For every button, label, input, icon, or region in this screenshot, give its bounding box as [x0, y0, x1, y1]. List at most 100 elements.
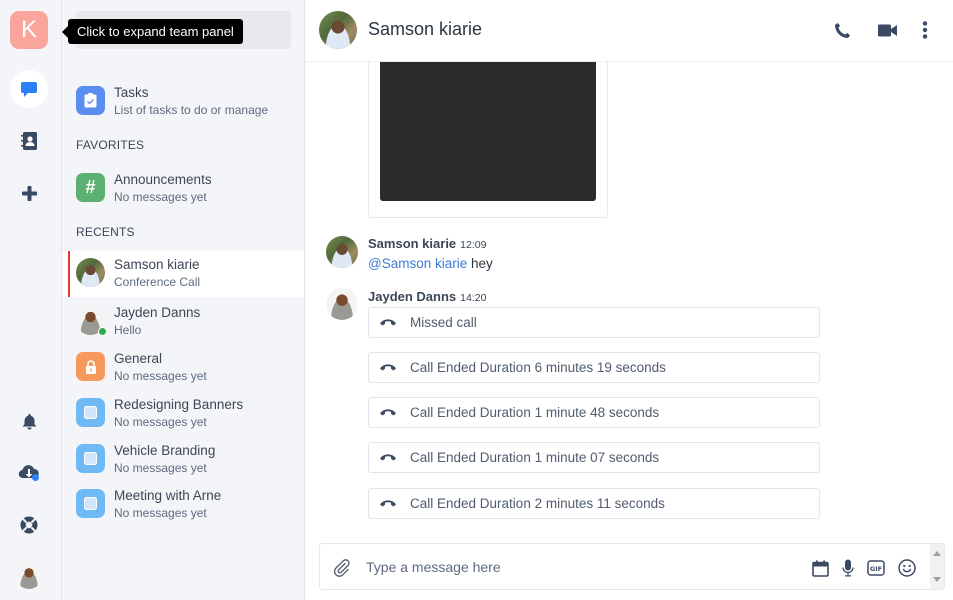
author-name: Samson kiarie	[368, 236, 457, 251]
chat-header: Samson kiarie	[305, 0, 953, 62]
rail-notifications-button[interactable]	[10, 402, 48, 440]
calendar-icon	[811, 560, 829, 577]
online-status-dot	[98, 327, 107, 336]
message-composer: GIF	[319, 543, 945, 590]
hash-icon: #	[76, 173, 105, 202]
svg-text:GIF: GIF	[870, 565, 882, 573]
message-input[interactable]	[366, 556, 786, 578]
tasks-name: Tasks	[114, 85, 149, 100]
item-name: Samson kiarie	[114, 257, 200, 272]
rail-contacts-button[interactable]	[10, 122, 48, 160]
cloud-download-icon	[18, 465, 39, 481]
item-subtitle: Hello	[114, 323, 142, 337]
contacts-icon	[21, 132, 37, 150]
microphone-icon	[842, 559, 854, 577]
item-subtitle: No messages yet	[114, 190, 207, 204]
item-name: Vehicle Branding	[114, 443, 216, 458]
recent-item-meeting-with-arne[interactable]: Meeting with Arne No messages yet	[62, 482, 304, 526]
chat-icon	[21, 81, 37, 97]
rail-downloads-button[interactable]	[10, 454, 48, 492]
rail-add-button[interactable]	[10, 174, 48, 212]
message-time: 12:09	[460, 239, 487, 251]
schedule-button[interactable]	[809, 557, 831, 579]
hangup-icon	[380, 364, 396, 371]
scroll-down-arrow[interactable]	[933, 577, 941, 582]
item-name: Announcements	[114, 172, 212, 187]
attach-button[interactable]	[331, 557, 353, 579]
call-log-card[interactable]: Missed call	[368, 307, 820, 338]
message-text: @Samson kiarie hey	[368, 256, 493, 271]
call-log-card[interactable]: Call Ended Duration 2 minutes 11 seconds	[368, 488, 820, 519]
call-log-text: Call Ended Duration 1 minute 48 seconds	[410, 405, 660, 420]
emoji-button[interactable]	[896, 557, 918, 579]
header-avatar[interactable]	[319, 11, 357, 49]
hangup-icon	[380, 409, 396, 416]
message-author: Samson kiarie 12:09	[368, 236, 486, 251]
call-log-text: Call Ended Duration 1 minute 07 seconds	[410, 450, 660, 465]
item-subtitle: No messages yet	[114, 461, 207, 475]
composer-scrollbar[interactable]	[930, 544, 944, 589]
hangup-icon	[380, 500, 396, 507]
square-icon	[76, 398, 105, 427]
call-log-text: Missed call	[410, 315, 477, 330]
team-initial: K	[20, 16, 37, 43]
user-avatar[interactable]	[16, 563, 42, 589]
emoji-icon	[898, 559, 916, 577]
item-subtitle: No messages yet	[114, 506, 207, 520]
square-icon	[76, 489, 105, 518]
paperclip-icon	[333, 559, 350, 577]
voice-call-button[interactable]	[831, 19, 853, 41]
recent-item-redesigning-banners[interactable]: Redesigning Banners No messages yet	[62, 391, 304, 435]
message-avatar[interactable]	[326, 288, 358, 320]
rail-chat-button[interactable]	[10, 70, 48, 108]
square-icon	[76, 444, 105, 473]
recent-item-vehicle-branding[interactable]: Vehicle Branding No messages yet	[62, 437, 304, 481]
call-log-card[interactable]: Call Ended Duration 1 minute 07 seconds	[368, 442, 820, 473]
item-name: Meeting with Arne	[114, 488, 222, 503]
hangup-icon	[380, 454, 396, 461]
call-log-card[interactable]: Call Ended Duration 1 minute 48 seconds	[368, 397, 820, 428]
chat-title: Samson kiarie	[368, 19, 483, 39]
message-avatar[interactable]	[326, 236, 358, 268]
lifebuoy-icon	[20, 516, 38, 534]
gif-icon: GIF	[867, 560, 885, 576]
icon-rail: K	[0, 0, 62, 600]
tasks-icon	[76, 86, 105, 115]
chat-panel: Samson kiarie Samson kiarie 12:09 @Samson…	[305, 0, 953, 600]
call-log-card[interactable]: Call Ended Duration 6 minutes 19 seconds	[368, 352, 820, 383]
item-subtitle: No messages yet	[114, 415, 207, 429]
message-time: 14:20	[460, 292, 487, 304]
bell-icon	[22, 413, 36, 429]
more-options-button[interactable]	[914, 19, 936, 41]
channel-item-announcements[interactable]: # Announcements No messages yet	[62, 166, 304, 210]
tooltip: Click to expand team panel	[62, 19, 243, 44]
item-subtitle: No messages yet	[114, 369, 207, 383]
message-body: hey	[467, 256, 493, 271]
scroll-up-arrow[interactable]	[933, 551, 941, 556]
voice-message-button[interactable]	[837, 557, 859, 579]
video-icon	[877, 24, 897, 36]
item-name: Jayden Danns	[114, 305, 201, 320]
item-subtitle: Conference Call	[114, 275, 201, 289]
gif-button[interactable]: GIF	[865, 557, 887, 579]
video-call-button[interactable]	[876, 19, 898, 41]
author-name: Jayden Danns	[368, 289, 457, 304]
recent-item-general[interactable]: General No messages yet	[62, 345, 304, 389]
image-preview[interactable]	[380, 62, 596, 201]
tasks-item[interactable]: Tasks List of tasks to do or manage	[62, 79, 304, 123]
message-author: Jayden Danns 14:20	[368, 289, 486, 304]
call-log-text: Call Ended Duration 6 minutes 19 seconds	[410, 360, 666, 375]
favorites-title: FAVORITES	[76, 138, 145, 152]
lock-icon	[76, 352, 105, 381]
mention-link[interactable]: @Samson kiarie	[368, 256, 467, 271]
item-name: General	[114, 351, 163, 366]
hangup-icon	[380, 319, 396, 326]
image-attachment[interactable]	[368, 48, 608, 218]
more-vertical-icon	[922, 21, 928, 39]
rail-help-button[interactable]	[10, 506, 48, 544]
recent-item-jayden-danns[interactable]: Jayden Danns Hello	[62, 299, 304, 343]
plus-icon	[21, 185, 37, 201]
recent-item-samson-kiarie[interactable]: Samson kiarie Conference Call	[62, 251, 304, 297]
recents-title: RECENTS	[76, 225, 135, 239]
team-badge[interactable]: K	[10, 11, 48, 49]
